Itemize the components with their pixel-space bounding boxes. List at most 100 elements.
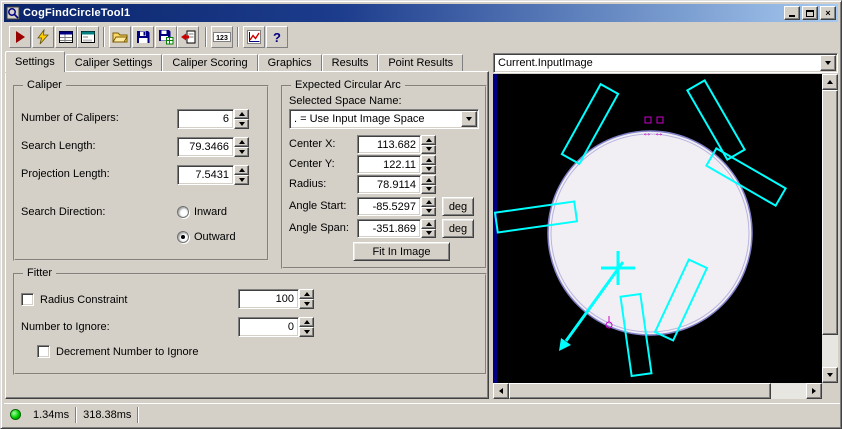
inward-radio[interactable] — [177, 206, 189, 218]
titlebar[interactable]: CogFindCircleTool1 × — [4, 4, 838, 22]
help-icon: ? — [273, 30, 281, 45]
projection-length-spinner[interactable] — [234, 165, 249, 185]
minimize-button[interactable] — [784, 6, 800, 20]
angle-span-spinner[interactable] — [421, 219, 436, 238]
radius-input[interactable]: 78.9114 — [357, 175, 421, 194]
spin-down-icon[interactable] — [299, 327, 314, 337]
search-length-label: Search Length: — [21, 140, 96, 152]
search-direction-label: Search Direction: — [21, 206, 106, 218]
found-circle-graphic — [547, 130, 753, 336]
spin-up-icon[interactable] — [421, 135, 436, 145]
maximize-button[interactable] — [802, 6, 818, 20]
import-button[interactable] — [177, 26, 199, 48]
live-run-button[interactable] — [32, 26, 54, 48]
spin-down-icon[interactable] — [234, 175, 249, 185]
spin-up-icon[interactable] — [299, 317, 314, 327]
save-image-button[interactable] — [155, 26, 177, 48]
scroll-up-button[interactable] — [822, 74, 838, 90]
tab-results[interactable]: Results — [321, 54, 379, 72]
run-button[interactable] — [9, 26, 31, 48]
angle-span-deg-button[interactable]: deg — [442, 219, 474, 238]
center-x-spinner[interactable] — [421, 135, 436, 154]
tab-caliper-settings[interactable]: Caliper Settings — [64, 54, 163, 72]
radius-constraint-label[interactable]: Radius Constraint — [40, 294, 127, 306]
toolbar: 123 ? — [5, 25, 837, 50]
spin-up-icon[interactable] — [421, 155, 436, 165]
scroll-right-button[interactable] — [806, 383, 822, 399]
arrow-left-icon — [499, 388, 503, 394]
horizontal-scroll-thumb[interactable] — [509, 383, 771, 399]
scroll-down-button[interactable] — [822, 367, 838, 383]
angle-start-spinner[interactable] — [421, 197, 436, 216]
image-combo-dropdown-button[interactable] — [820, 55, 836, 71]
image-source-combo[interactable]: Current.InputImage — [493, 53, 838, 73]
spin-up-icon[interactable] — [234, 165, 249, 175]
caliper-group-legend: Caliper — [23, 79, 66, 91]
center-x-label: Center X: — [289, 138, 336, 150]
radius-constraint-checkbox[interactable] — [21, 293, 34, 306]
combo-dropdown-button[interactable] — [461, 111, 477, 127]
save-button[interactable] — [132, 26, 154, 48]
spin-up-icon[interactable] — [421, 219, 436, 229]
radius-spinner[interactable] — [421, 175, 436, 194]
inward-radio-label[interactable]: Inward — [194, 206, 227, 218]
outward-radio-label[interactable]: Outward — [194, 231, 236, 243]
angle-start-input[interactable]: -85.5297 — [357, 197, 421, 216]
spin-down-icon[interactable] — [421, 184, 436, 194]
spin-down-icon[interactable] — [421, 164, 436, 174]
selected-space-name-combo[interactable]: . = Use Input Image Space — [289, 109, 479, 129]
tab-point-results[interactable]: Point Results — [378, 54, 464, 72]
fit-in-image-button[interactable]: Fit In Image — [353, 242, 450, 261]
angle-span-input[interactable]: -351.869 — [357, 219, 421, 238]
show-controls-button[interactable] — [77, 26, 99, 48]
decrement-checkbox[interactable] — [37, 345, 50, 358]
number-of-calipers-input[interactable]: 6 — [177, 109, 234, 129]
tab-caliper-scoring[interactable]: Caliper Scoring — [162, 54, 258, 72]
spin-down-icon[interactable] — [234, 119, 249, 129]
number-to-ignore-input[interactable]: 0 — [238, 317, 299, 337]
spin-up-icon[interactable] — [234, 137, 249, 147]
tab-strip: Settings Caliper Settings Caliper Scorin… — [5, 51, 464, 72]
image-display[interactable]: ↔ ↔ — [493, 74, 822, 383]
radius-constraint-input[interactable]: 100 — [238, 289, 299, 309]
spin-up-icon[interactable] — [421, 175, 436, 185]
help-button[interactable]: ? — [266, 26, 288, 48]
horizontal-scrollbar[interactable] — [493, 383, 822, 399]
angle-start-deg-button[interactable]: deg — [442, 197, 474, 216]
center-y-input[interactable]: 122.11 — [357, 155, 421, 174]
numeric-display-button[interactable]: 123 — [211, 26, 233, 48]
decrement-label[interactable]: Decrement Number to Ignore — [56, 346, 198, 358]
show-results-icon — [59, 31, 73, 43]
spin-down-icon[interactable] — [421, 144, 436, 154]
close-icon: × — [825, 8, 831, 18]
spin-down-icon[interactable] — [421, 206, 436, 216]
vertical-scrollbar[interactable] — [822, 74, 838, 383]
center-x-input[interactable]: 113.682 — [357, 135, 421, 154]
number-to-ignore-spinner[interactable] — [299, 317, 314, 337]
projection-length-input[interactable]: 7.5431 — [177, 165, 234, 185]
radius-constraint-spinner[interactable] — [299, 289, 314, 309]
search-length-spinner[interactable] — [234, 137, 249, 157]
chart-button[interactable] — [243, 26, 265, 48]
angle-span-label: Angle Span: — [289, 222, 349, 234]
tab-settings[interactable]: Settings — [5, 51, 65, 72]
spin-down-icon[interactable] — [299, 299, 314, 309]
outward-radio[interactable] — [177, 231, 189, 243]
search-length-input[interactable]: 79.3466 — [177, 137, 234, 157]
number-of-calipers-spinner[interactable] — [234, 109, 249, 129]
open-button[interactable] — [109, 26, 131, 48]
close-button[interactable]: × — [820, 6, 836, 20]
projection-length-label: Projection Length: — [21, 168, 110, 180]
vertical-scroll-thumb[interactable] — [822, 90, 838, 335]
image-display-graphics: ↔ ↔ — [493, 74, 822, 383]
show-results-button[interactable] — [55, 26, 77, 48]
spin-up-icon[interactable] — [299, 289, 314, 299]
spin-up-icon[interactable] — [421, 197, 436, 207]
tab-graphics[interactable]: Graphics — [257, 54, 322, 72]
spin-down-icon[interactable] — [421, 228, 436, 238]
scroll-left-button[interactable] — [493, 383, 509, 399]
window-icon — [6, 6, 20, 20]
center-y-spinner[interactable] — [421, 155, 436, 174]
spin-up-icon[interactable] — [234, 109, 249, 119]
spin-down-icon[interactable] — [234, 147, 249, 157]
